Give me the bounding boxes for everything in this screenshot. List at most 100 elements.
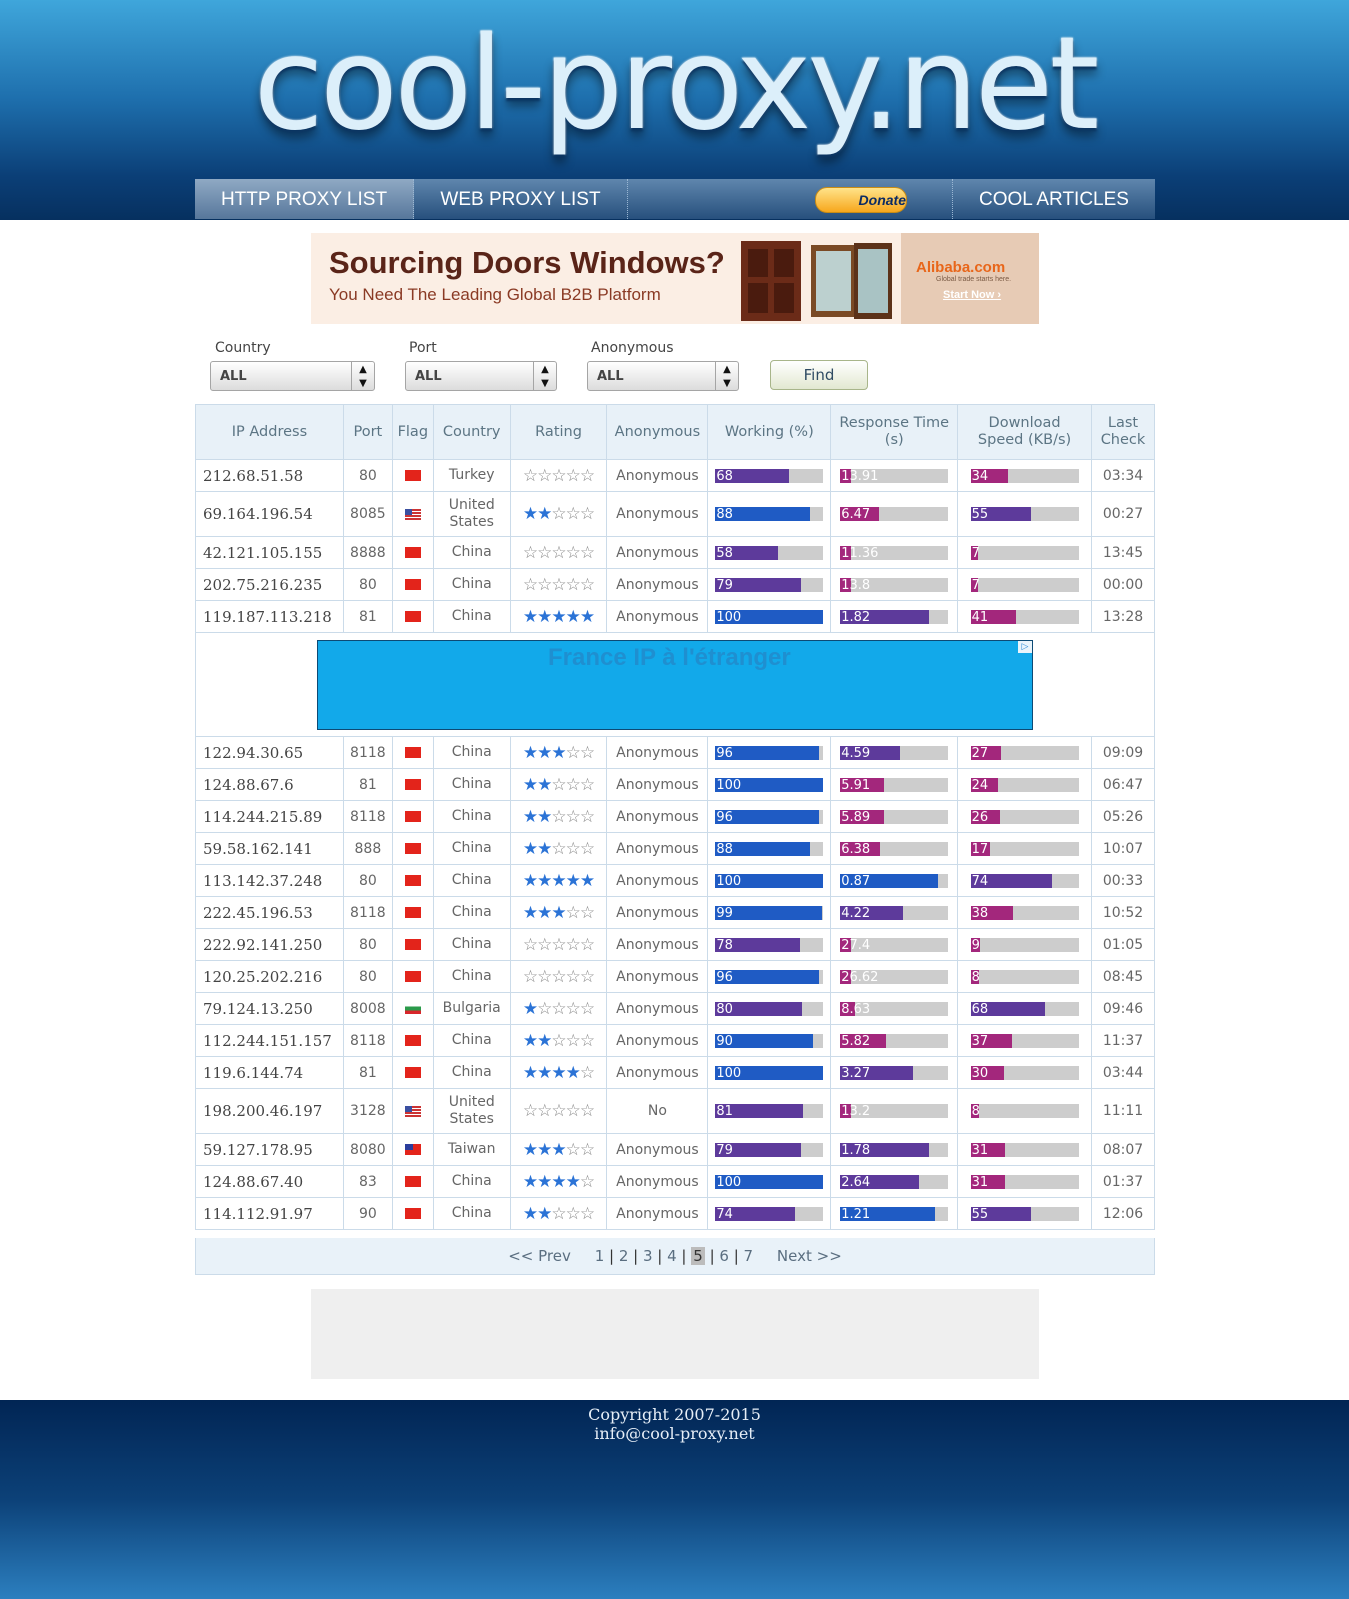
header-last-check[interactable]: Last Check (1090, 404, 1156, 460)
cell-working: 100 (707, 768, 832, 801)
table-row: 79.124.13.250 8008 Bulgaria ★☆☆☆☆ Anonymous 8… (195, 992, 1156, 1025)
response-time-bar: 1.82 (840, 609, 949, 625)
cell-flag (391, 600, 434, 633)
star-filled-icon: ★ (522, 504, 538, 524)
cell-ip[interactable]: 212.68.51.58 (195, 459, 344, 492)
country-select[interactable]: ALL ▲ ▼ (210, 361, 375, 391)
cell-ip[interactable]: 113.142.37.248 (195, 864, 344, 897)
pager-page-link[interactable]: 4 (667, 1247, 677, 1265)
donate-button[interactable]: Donate (815, 187, 907, 213)
top-ad-banner[interactable]: Sourcing Doors Windows? You Need The Lea… (311, 233, 1039, 324)
download-speed-value: 41 (971, 609, 989, 625)
ad-start-now-link[interactable]: Start Now › (943, 289, 1001, 301)
cell-working: 99 (707, 896, 832, 929)
star-empty-icon: ☆ (565, 465, 581, 486)
working-value: 100 (716, 777, 742, 793)
pager-current-page: 5 (691, 1247, 705, 1265)
cell-download-speed: 41 (957, 600, 1092, 633)
working-value: 100 (716, 1174, 742, 1190)
pager-page-link[interactable]: 3 (643, 1247, 653, 1265)
star-empty-icon: ☆ (565, 774, 581, 795)
pager-prev[interactable]: << Prev (508, 1247, 571, 1265)
header-port[interactable]: Port (342, 404, 393, 460)
cell-response-time: 1.21 (830, 1197, 959, 1230)
star-empty-icon: ☆ (537, 574, 552, 595)
star-empty-icon: ☆ (579, 838, 595, 859)
header-response-time[interactable]: Response Time (s) (830, 404, 959, 460)
cell-ip[interactable]: 59.58.162.141 (195, 832, 344, 865)
pager-page-link[interactable]: 1 (595, 1247, 605, 1265)
cell-ip[interactable]: 79.124.13.250 (195, 992, 344, 1025)
nav-http-proxy-list[interactable]: HTTP PROXY LIST (195, 179, 414, 219)
cell-ip[interactable]: 202.75.216.235 (195, 568, 344, 601)
pager-separator: | (704, 1247, 720, 1265)
site-logo[interactable]: cool-proxy.net (0, 0, 1349, 175)
pager-next[interactable]: Next >> (777, 1247, 842, 1265)
cell-flag (391, 536, 434, 569)
header-ip[interactable]: IP Address (195, 404, 344, 460)
working-bar: 96 (715, 745, 824, 761)
star-filled-icon: ★ (522, 1171, 538, 1192)
header-download-speed[interactable]: Download Speed (KB/s) (957, 404, 1092, 460)
cell-ip[interactable]: 122.94.30.65 (195, 736, 344, 769)
cell-ip[interactable]: 198.200.46.197 (195, 1088, 344, 1134)
cell-anonymous: Anonymous (606, 864, 709, 897)
working-bar: 100 (715, 777, 824, 793)
cell-ip[interactable]: 119.6.144.74 (195, 1056, 344, 1089)
table-row: 113.142.37.248 80 China ★★★★★ Anonymous 100 0.… (195, 864, 1156, 897)
cell-ip[interactable]: 114.112.91.97 (195, 1197, 344, 1230)
pager-page-link[interactable]: 6 (719, 1247, 729, 1265)
response-time-value: 5.89 (841, 809, 871, 825)
table-row: 202.75.216.235 80 China ☆☆☆☆☆ Anonymous 79 13.… (195, 568, 1156, 601)
cell-flag (391, 1056, 434, 1089)
country-select-value: ALL (220, 369, 247, 384)
cell-working: 100 (707, 864, 832, 897)
header-working[interactable]: Working (%) (707, 404, 832, 460)
cell-anonymous: Anonymous (606, 928, 709, 961)
working-bar: 74 (715, 1206, 824, 1222)
inline-ad-banner[interactable]: France IP à l'étranger ▷ (317, 639, 1033, 730)
cell-working: 78 (707, 928, 832, 961)
anonymous-select[interactable]: ALL ▲ ▼ (587, 361, 739, 391)
cell-response-time: 6.47 (830, 491, 959, 537)
cell-ip[interactable]: 222.92.141.250 (195, 928, 344, 961)
pager-page-link[interactable]: 7 (744, 1247, 754, 1265)
cell-ip[interactable]: 222.45.196.53 (195, 896, 344, 929)
download-speed-bar: 27 (970, 745, 1079, 761)
port-select[interactable]: ALL ▲ ▼ (405, 361, 557, 391)
working-value: 78 (716, 937, 733, 953)
cell-ip[interactable]: 112.244.151.157 (195, 1024, 344, 1057)
header-country[interactable]: Country (432, 404, 511, 460)
cell-working: 88 (707, 832, 832, 865)
cell-ip[interactable]: 42.121.105.155 (195, 536, 344, 569)
download-speed-bar: 8 (970, 1104, 1079, 1119)
cell-ip[interactable]: 124.88.67.6 (195, 768, 344, 801)
cell-rating: ★★☆☆☆ (509, 491, 608, 537)
adchoices-icon[interactable]: ▷ (1018, 640, 1032, 653)
star-empty-icon: ☆ (537, 542, 552, 563)
header-rating[interactable]: Rating (509, 404, 608, 460)
footer-email[interactable]: info@cool-proxy.net (0, 1424, 1349, 1443)
star-empty-icon: ☆ (579, 774, 595, 795)
response-time-bar: 13.91 (840, 468, 949, 484)
cell-download-speed: 17 (957, 832, 1092, 865)
pager-page-link[interactable]: 2 (619, 1247, 629, 1265)
cell-ip[interactable]: 119.187.113.218 (195, 600, 344, 633)
header-anonymous[interactable]: Anonymous (606, 404, 709, 460)
anonymous-filter-label: Anonymous (591, 340, 674, 356)
nav-web-proxy-list[interactable]: WEB PROXY LIST (414, 179, 628, 219)
star-filled-icon: ★ (551, 606, 566, 627)
cell-ip[interactable]: 69.164.196.54 (195, 491, 344, 537)
country-filter-label: Country (215, 340, 271, 356)
cell-ip[interactable]: 124.88.67.40 (195, 1165, 344, 1198)
find-button[interactable]: Find (770, 360, 868, 390)
cell-flag (391, 832, 434, 865)
cell-ip[interactable]: 114.244.215.89 (195, 800, 344, 833)
cell-country: China (432, 928, 511, 961)
table-row: 198.200.46.197 3128 United States ☆☆☆☆☆ No 81… (195, 1088, 1156, 1134)
cell-download-speed: 7 (957, 536, 1092, 569)
cell-download-speed: 31 (957, 1133, 1092, 1166)
cell-ip[interactable]: 120.25.202.216 (195, 960, 344, 993)
cell-ip[interactable]: 59.127.178.95 (195, 1133, 344, 1166)
nav-cool-articles[interactable]: COOL ARTICLES (953, 179, 1155, 219)
